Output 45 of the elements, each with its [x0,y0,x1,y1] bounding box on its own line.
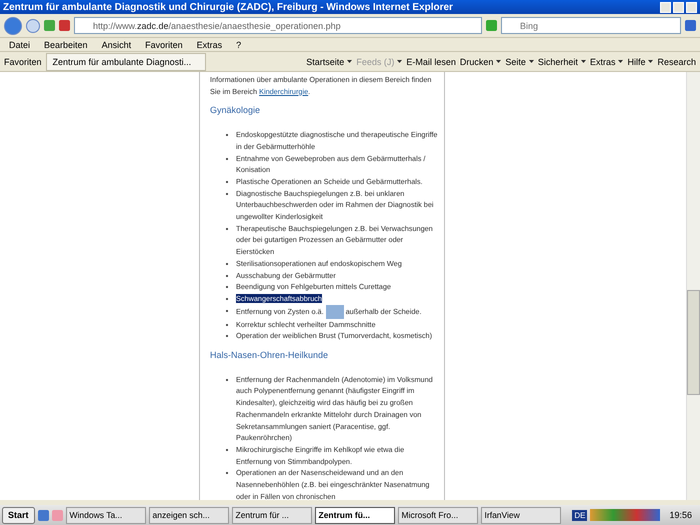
browser-tab[interactable]: Zentrum für ambulante Diagnosti... [46,52,206,70]
caret-icon[interactable] [648,60,654,63]
taskbar-button[interactable]: anzeigen sch... [148,506,229,524]
menu-item[interactable]: Bearbeiten [39,40,93,50]
menu-item[interactable]: Favoriten [140,40,188,50]
taskbar-button[interactable]: Zentrum für ... [232,506,312,524]
taskbar-button[interactable]: Microsoft Fro... [398,506,478,524]
maximize-button[interactable] [673,2,684,12]
scrollbar[interactable] [686,72,700,500]
toolbar-button[interactable]: Research [657,56,696,66]
caret-icon[interactable] [496,60,502,63]
minimize-button[interactable] [660,2,671,12]
caret-icon[interactable] [618,60,624,63]
menu-item[interactable]: Extras [192,40,228,50]
toolbar-button[interactable]: Drucken [460,56,502,66]
section-heading: Hals-Nasen-Ohren-Heilkunde [210,350,330,362]
quick-launch-icon[interactable] [38,510,49,520]
toolbar-button[interactable]: Sicherheit [538,56,586,66]
language-indicator[interactable]: DE [572,510,588,520]
taskbar-button[interactable]: IrfanView [480,506,561,524]
menu-item[interactable]: ? [231,40,246,50]
window-title: Zentrum für ambulante Diagnostik und Chirurgie (ZADC), Freiburg - Windows Internet Explorer [0,0,700,14]
forward-button[interactable] [26,18,40,32]
clock: 19:56 [668,510,693,520]
favorites-button[interactable]: Favoriten [4,56,42,66]
caret-icon[interactable] [528,60,534,63]
back-button[interactable] [4,16,22,34]
tray-icons [590,509,660,521]
address-field[interactable]: http://www.zadc.de/anaesthesie/anaesthesie_operationen.php [74,17,482,34]
close-button[interactable] [686,2,697,12]
menu-item[interactable]: Datei [4,40,36,50]
image-icon [326,304,344,319]
menu-item[interactable]: Ansicht [96,40,136,50]
section-heading: Gynäkologie [210,105,262,118]
caret-icon[interactable] [347,60,352,63]
toolbar-button[interactable]: Hilfe [627,56,654,66]
toolbar-button[interactable]: E-Mail lesen [406,56,456,66]
toolbar-button[interactable]: Extras [590,56,624,66]
taskbar-button[interactable]: Zentrum fü... [314,506,395,524]
taskbar-button[interactable]: Windows Ta... [66,506,146,524]
caret-icon[interactable] [580,60,586,63]
toolbar-button[interactable]: Seite [505,56,534,66]
search-field[interactable]: Bing [501,17,681,34]
toolbar-button[interactable]: Startseite [306,56,352,66]
start-button[interactable]: Start [2,506,35,524]
